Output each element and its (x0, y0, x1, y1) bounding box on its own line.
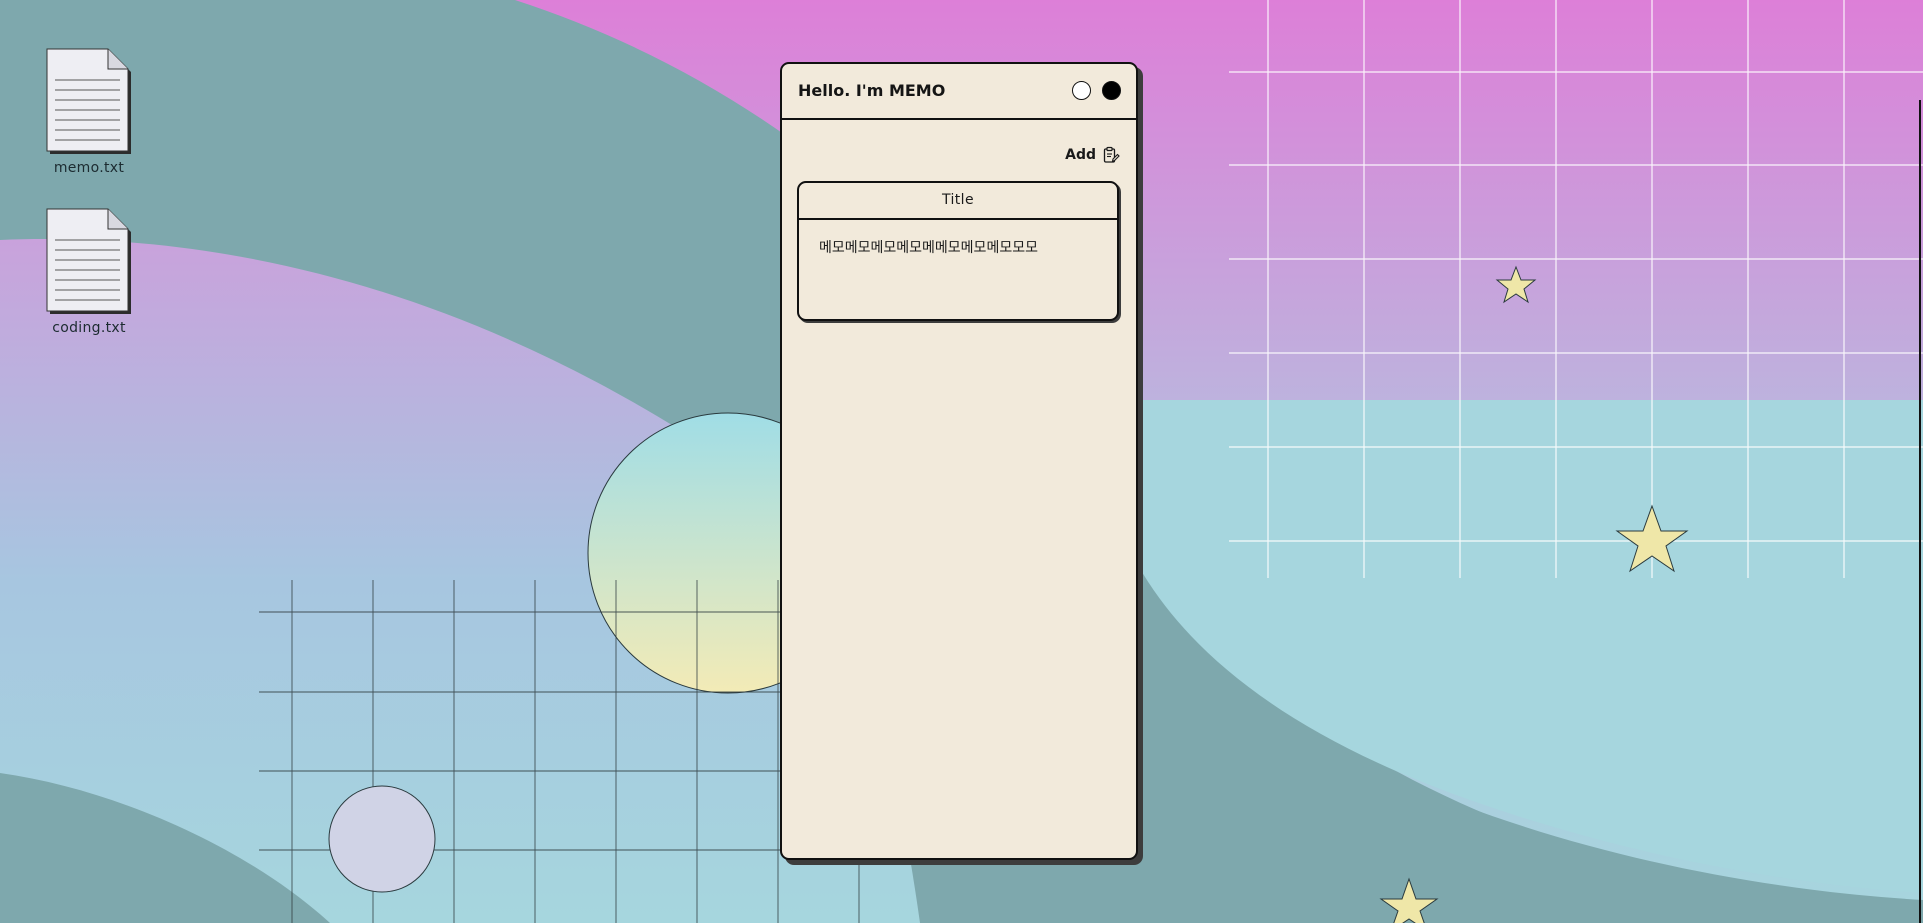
memo-card-title: Title (799, 183, 1117, 220)
window-title: Hello. I'm MEMO (798, 81, 946, 100)
add-memo-button[interactable]: Add (1065, 146, 1120, 164)
circle-filled-icon[interactable] (1102, 81, 1121, 100)
memo-card-content: 메모메모메모메모메메모메모메모모모 (819, 240, 1038, 256)
file-name-label: coding.txt (52, 320, 126, 336)
text-file-icon (46, 208, 131, 314)
clipboard-edit-icon (1103, 146, 1120, 163)
circle-outline-icon[interactable] (1072, 81, 1091, 100)
memo-window: Hello. I'm MEMO Add Title 메모메모메모메모메메모메모메… (780, 62, 1138, 860)
memo-card[interactable]: Title 메모메모메모메모메메모메모메모모모 (797, 181, 1119, 321)
file-name-label: memo.txt (53, 160, 125, 176)
text-file-icon (46, 48, 131, 154)
add-button-label: Add (1065, 147, 1096, 163)
desktop-file-coding[interactable]: coding.txt (29, 208, 149, 336)
window-titlebar[interactable]: Hello. I'm MEMO (782, 64, 1136, 120)
desktop-file-memo[interactable]: memo.txt (29, 48, 149, 176)
